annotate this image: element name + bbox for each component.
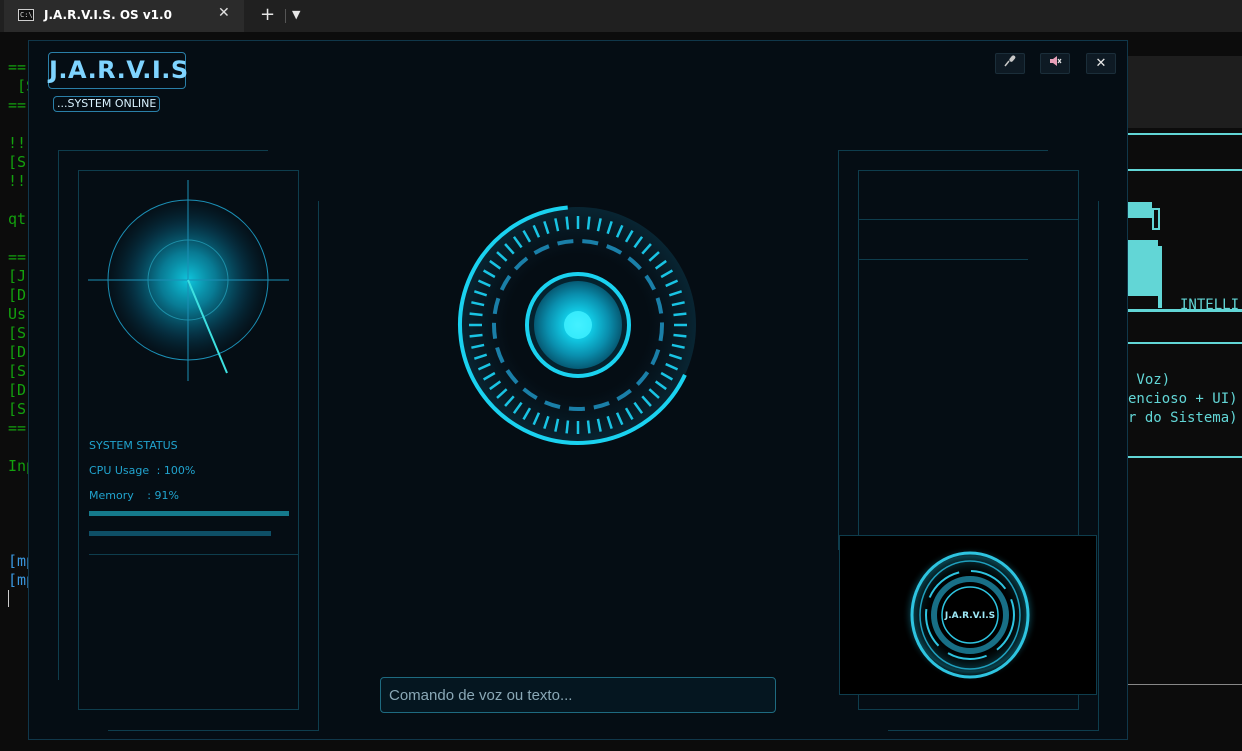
- separator-line: [1128, 342, 1242, 344]
- reactor-center: [564, 311, 592, 339]
- terminal-line: !!: [8, 172, 27, 190]
- terminal-line: r do Sistema): [1128, 410, 1238, 426]
- ascii-block: [1158, 246, 1162, 308]
- frame-line: [838, 150, 839, 550]
- ascii-block: [1128, 240, 1158, 296]
- separator-line: [1128, 456, 1242, 458]
- memory-progress-fill: [89, 531, 271, 536]
- terminal-line: ==: [8, 96, 27, 114]
- frame-line: [89, 554, 299, 555]
- terminal-line: [S: [8, 324, 27, 342]
- reactor-tick: [565, 420, 570, 434]
- terminal-line: [D: [8, 381, 27, 399]
- memory-progress-bar: [89, 531, 289, 536]
- ascii-block: [1128, 202, 1152, 218]
- terminal-line: [J: [8, 267, 27, 285]
- tab-dropdown-button[interactable]: ▼: [292, 8, 300, 21]
- mic-button[interactable]: [995, 53, 1025, 74]
- new-tab-button[interactable]: +: [260, 4, 275, 25]
- cpu-value: : 100%: [156, 464, 196, 477]
- jarvis-video-preview: J.A.R.V.I.S: [839, 535, 1097, 695]
- reactor-tick: [469, 333, 483, 338]
- video-jarvis-rings: J.A.R.V.I.S: [902, 546, 1038, 682]
- terminal-right-output: INTELLI Voz) encioso + UI) r do Sistema): [1128, 32, 1242, 751]
- frame-line: [58, 150, 268, 151]
- reactor-tick: [469, 312, 483, 317]
- frame-line: [1098, 201, 1099, 731]
- reactor-tick: [673, 312, 687, 317]
- terminal-line: Us: [8, 305, 27, 323]
- terminal-tab-bar: C:\ J.A.R.V.I.S. OS v1.0 ✕ + ▼: [0, 0, 1242, 32]
- cpu-progress-fill: [89, 511, 289, 516]
- command-input[interactable]: [380, 677, 776, 713]
- system-online-badge: ...SYSTEM ONLINE: [53, 96, 161, 112]
- close-icon: ✕: [1095, 56, 1107, 71]
- frame-line: [888, 730, 1098, 731]
- separator-line: [1128, 169, 1242, 171]
- separator-line: [1128, 684, 1242, 685]
- frame-line: [858, 259, 1028, 260]
- terminal-line: qt: [8, 210, 27, 228]
- frame-line: [108, 730, 318, 731]
- memory-label: Memory: [89, 489, 134, 502]
- radar-widget: [88, 180, 289, 381]
- tab-separator: [285, 9, 286, 23]
- jarvis-window: J.A.R.V.I.S ...SYSTEM ONLINE ✕ SYSTEM ST…: [28, 40, 1128, 740]
- frame-line: [858, 219, 1079, 220]
- terminal-line: [S: [8, 400, 27, 418]
- terminal-cursor: [8, 590, 9, 607]
- terminal-icon: C:\: [18, 9, 34, 21]
- jarvis-logo: J.A.R.V.I.S: [48, 52, 188, 89]
- cpu-label: CPU Usage: [89, 464, 150, 477]
- speaker-icon: [1050, 56, 1062, 66]
- reactor-tick: [565, 216, 570, 230]
- frame-line: [58, 150, 59, 680]
- tab-title: J.A.R.V.I.S. OS v1.0: [44, 8, 172, 22]
- memory-value: : 91%: [147, 489, 179, 502]
- reactor-tick: [586, 420, 591, 434]
- system-status-title: SYSTEM STATUS: [89, 439, 178, 452]
- sound-button[interactable]: [1040, 53, 1070, 74]
- terminal-line: [D: [8, 286, 27, 304]
- close-tab-icon[interactable]: ✕: [218, 5, 230, 21]
- terminal-tab[interactable]: C:\ J.A.R.V.I.S. OS v1.0 ✕: [4, 0, 244, 32]
- cpu-progress-bar: [89, 511, 289, 516]
- terminal-line: encioso + UI): [1128, 391, 1238, 407]
- close-button[interactable]: ✕: [1086, 53, 1116, 74]
- reactor-tick: [586, 216, 591, 230]
- arc-reactor-core: [458, 205, 696, 445]
- terminal-line: [S: [8, 153, 27, 171]
- terminal-line: [S: [8, 362, 27, 380]
- ascii-block: [1152, 208, 1160, 230]
- intelli-text: INTELLI: [1180, 297, 1240, 313]
- cpu-usage-row: CPU Usage : 100%: [89, 464, 195, 477]
- microphone-icon: [1004, 55, 1016, 67]
- terminal-line: ==: [8, 248, 27, 266]
- terminal-line: !!: [8, 134, 27, 152]
- frame-line: [838, 150, 1048, 151]
- terminal-line: Voz): [1128, 372, 1171, 388]
- separator-line: [1128, 133, 1242, 135]
- video-logo-text: J.A.R.V.I.S: [944, 611, 995, 621]
- terminal-line: ==: [8, 58, 27, 76]
- terminal-line: ==: [8, 419, 27, 437]
- terminal-highlight: [1128, 56, 1242, 128]
- memory-row: Memory : 91%: [89, 489, 179, 502]
- terminal-line: [D: [8, 343, 27, 361]
- frame-line: [318, 201, 319, 731]
- reactor-tick: [673, 333, 687, 338]
